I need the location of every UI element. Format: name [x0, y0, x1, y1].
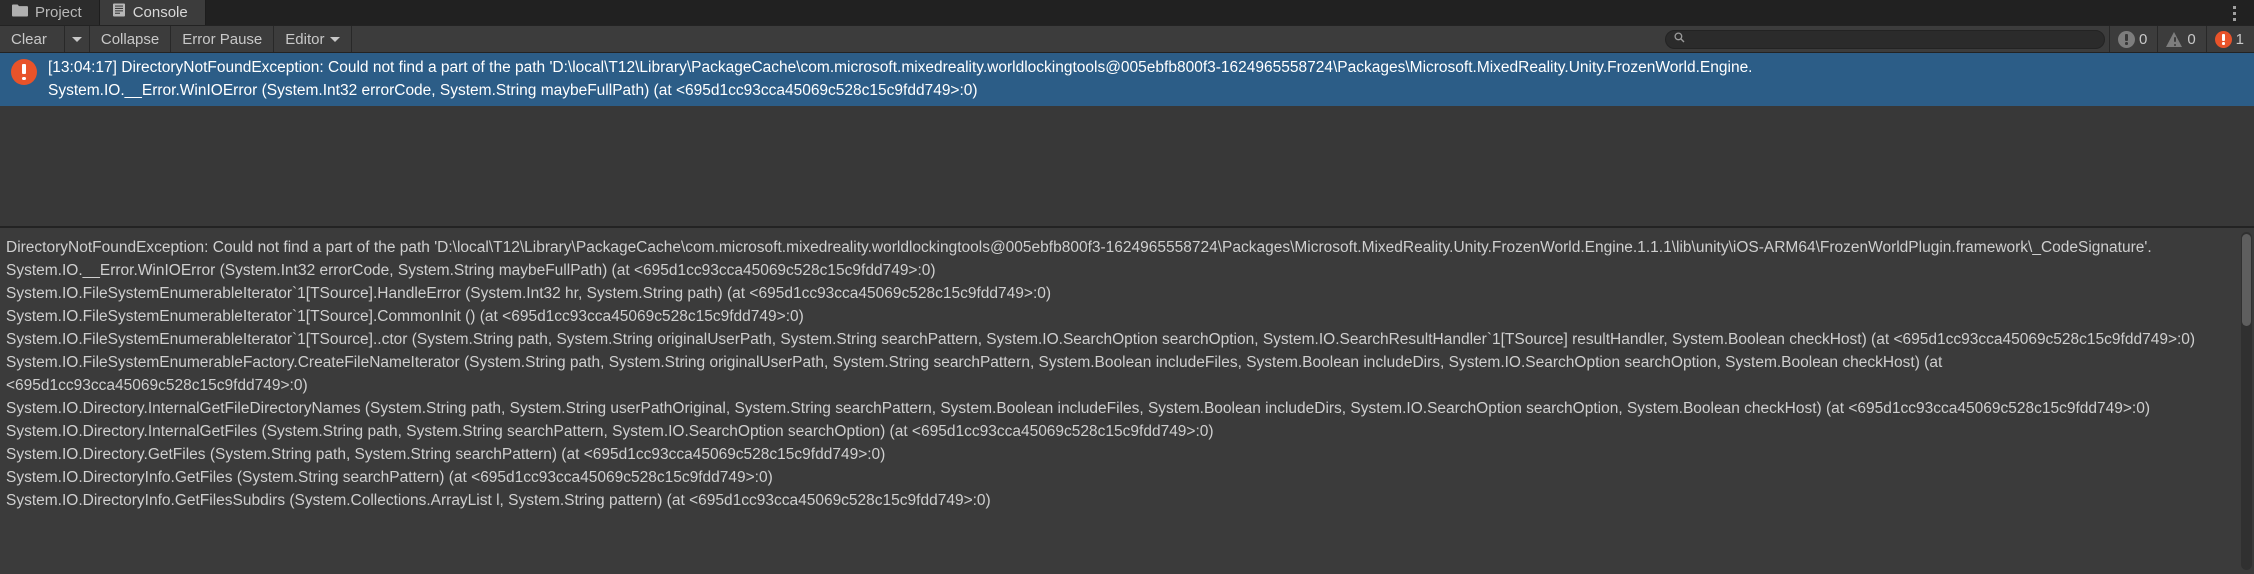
log-detail-text: DirectoryNotFoundException: Could not fi…	[6, 236, 2254, 512]
detail-scrollbar-thumb[interactable]	[2242, 234, 2251, 326]
editor-dropdown-button[interactable]: Editor	[274, 26, 353, 52]
log-detail-line: System.IO.Directory.InternalGetFileDirec…	[6, 400, 2150, 417]
info-counter[interactable]: 0	[2108, 26, 2158, 52]
console-icon	[112, 3, 126, 21]
log-counters: 0 0 1	[2108, 26, 2254, 52]
error-icon	[2214, 30, 2232, 48]
search-icon	[1674, 30, 1685, 48]
log-entry-icon-cell	[0, 56, 48, 85]
clear-button-label: Clear	[11, 30, 47, 48]
warning-count: 0	[2187, 30, 2196, 48]
menu-dot	[2232, 17, 2236, 21]
log-entry-line-2: System.IO.__Error.WinIOError (System.Int…	[48, 82, 978, 99]
more-vertical-icon[interactable]	[2224, 2, 2244, 24]
log-detail-line: System.IO.FileSystemEnumerableFactory.Cr…	[6, 354, 1947, 394]
log-entry-row[interactable]: [13:04:17] DirectoryNotFoundException: C…	[0, 53, 2254, 106]
clear-dropdown-button[interactable]	[64, 26, 90, 52]
folder-icon	[12, 4, 28, 21]
log-detail-line: System.IO.FileSystemEnumerableIterator`1…	[6, 308, 804, 325]
collapse-toggle-label: Collapse	[100, 30, 160, 48]
tab-console[interactable]: Console	[99, 0, 206, 25]
chevron-down-icon	[330, 36, 341, 42]
tab-strip: Project Console	[0, 0, 2254, 26]
log-detail-line: System.IO.Directory.GetFiles (System.Str…	[6, 446, 886, 463]
chevron-down-icon	[71, 36, 82, 42]
search-box[interactable]	[1664, 29, 2105, 49]
warning-icon	[2166, 31, 2183, 48]
log-detail-line: System.IO.DirectoryInfo.GetFilesSubdirs …	[6, 492, 991, 509]
search-input[interactable]	[1689, 32, 2096, 46]
log-detail-line: System.IO.FileSystemEnumerableIterator`1…	[6, 331, 2196, 348]
log-detail-line: System.IO.FileSystemEnumerableIterator`1…	[6, 285, 1052, 302]
log-entry-text: [13:04:17] DirectoryNotFoundException: C…	[48, 56, 2254, 102]
warning-counter[interactable]: 0	[2157, 26, 2206, 52]
detail-scrollbar[interactable]	[2241, 232, 2252, 570]
unity-console-window: Project Console Clear Collapse Error Pau…	[0, 0, 2254, 574]
log-detail-line: DirectoryNotFoundException: Could not fi…	[6, 239, 2152, 256]
error-icon	[11, 59, 37, 85]
editor-dropdown-label: Editor	[285, 30, 325, 48]
error-counter[interactable]: 1	[2205, 26, 2254, 52]
console-toolbar: Clear Collapse Error Pause Editor 0 0 1	[0, 26, 2254, 53]
collapse-toggle[interactable]: Collapse	[89, 26, 172, 52]
log-detail-line: System.IO.DirectoryInfo.GetFiles (System…	[6, 469, 773, 486]
menu-dot	[2232, 5, 2236, 9]
clear-button[interactable]: Clear	[0, 26, 65, 52]
info-count: 0	[2138, 30, 2148, 48]
tab-project-label: Project	[35, 3, 82, 21]
log-entry-line-1: [13:04:17] DirectoryNotFoundException: C…	[48, 59, 1753, 76]
search-area	[1661, 26, 2109, 52]
info-icon	[2117, 30, 2135, 48]
error-count: 1	[2235, 30, 2244, 48]
log-detail-line: System.IO.Directory.InternalGetFiles (Sy…	[6, 423, 1214, 440]
menu-dot	[2232, 11, 2236, 15]
error-pause-toggle[interactable]: Error Pause	[171, 26, 275, 52]
log-detail-line: System.IO.__Error.WinIOError (System.Int…	[6, 262, 936, 279]
log-entry-list[interactable]: [13:04:17] DirectoryNotFoundException: C…	[0, 53, 2254, 226]
log-detail-pane[interactable]: DirectoryNotFoundException: Could not fi…	[0, 228, 2254, 574]
tab-console-label: Console	[132, 3, 188, 21]
tab-project[interactable]: Project	[0, 0, 100, 25]
error-pause-toggle-label: Error Pause	[182, 30, 263, 48]
